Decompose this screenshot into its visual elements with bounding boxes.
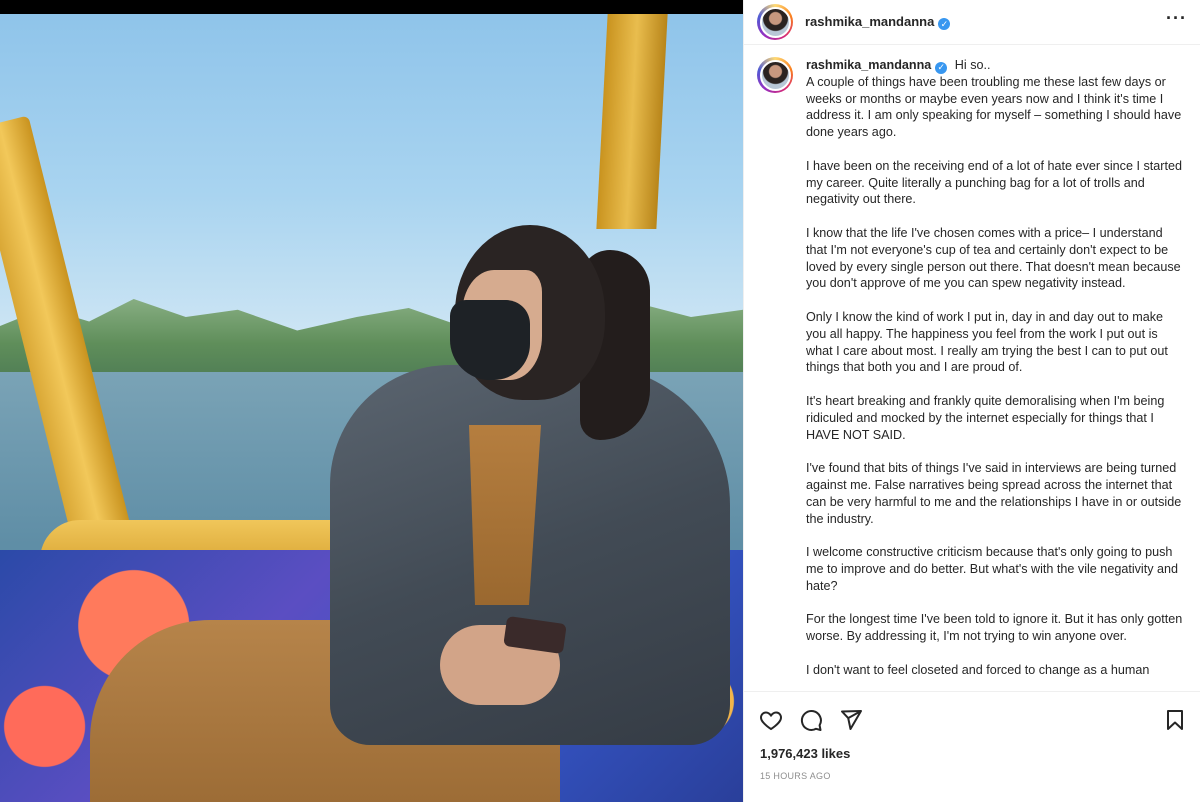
- post-actions: 1,976,423 likes 15 HOURS AGO: [744, 691, 1200, 802]
- caption-row: rashmika_mandanna ✓ Hi so.. A couple of th…: [757, 57, 1187, 691]
- share-icon[interactable]: [839, 708, 863, 732]
- photo-face-mask: [450, 300, 530, 380]
- caption-scroll-area[interactable]: rashmika_mandanna ✓ Hi so.. A couple of th…: [744, 46, 1200, 691]
- caption-paragraph: I don't want to feel closeted and forced…: [806, 662, 1150, 677]
- caption-text: rashmika_mandanna ✓ Hi so.. A couple of th…: [806, 57, 1186, 691]
- caption-username[interactable]: rashmika_mandanna ✓: [806, 58, 948, 74]
- caption-paragraph: I welcome constructive criticism because…: [806, 545, 1179, 593]
- caption-paragraph: For the longest time I've been told to i…: [806, 612, 1183, 644]
- caption-paragraph: I've found that bits of things I've said…: [806, 461, 1182, 526]
- more-options-icon[interactable]: ···: [1166, 8, 1187, 29]
- caption-avatar-image: [759, 59, 791, 91]
- caption-paragraph: It's heart breaking and frankly quite de…: [806, 393, 1165, 442]
- post-photo[interactable]: [0, 0, 743, 802]
- caption-paragraph: rashmika_mandanna ✓ Hi so.. A couple of th…: [806, 57, 1186, 141]
- heart-icon[interactable]: [759, 708, 783, 732]
- post-timestamp[interactable]: 15 HOURS AGO: [760, 771, 831, 781]
- likes-count[interactable]: 1,976,423 likes: [760, 746, 850, 761]
- comment-icon[interactable]: [799, 708, 823, 732]
- bookmark-icon[interactable]: [1163, 708, 1187, 732]
- verified-badge-icon: ✓: [935, 61, 948, 74]
- avatar-image: [759, 6, 791, 38]
- post-header: rashmika_mandanna ✓ ···: [744, 0, 1200, 45]
- photo-top-bar: [0, 0, 743, 14]
- caption-paragraph: I have been on the receiving end of a lo…: [806, 158, 1182, 207]
- post-side-panel: rashmika_mandanna ✓ ··· rashmika_mandanna…: [743, 0, 1200, 802]
- photo-person: [90, 190, 730, 802]
- post-username[interactable]: rashmika_mandanna ✓: [805, 14, 951, 31]
- caption-username-text[interactable]: rashmika_mandanna: [806, 58, 931, 72]
- action-icons: [759, 708, 863, 732]
- avatar[interactable]: [757, 4, 793, 40]
- caption-paragraph: I know that the life I've chosen comes w…: [806, 225, 1181, 291]
- caption-avatar[interactable]: [757, 57, 793, 93]
- post-username-text[interactable]: rashmika_mandanna: [805, 14, 934, 29]
- caption-paragraph: Only I know the kind of work I put in, d…: [806, 309, 1168, 375]
- verified-badge-icon: ✓: [938, 18, 951, 31]
